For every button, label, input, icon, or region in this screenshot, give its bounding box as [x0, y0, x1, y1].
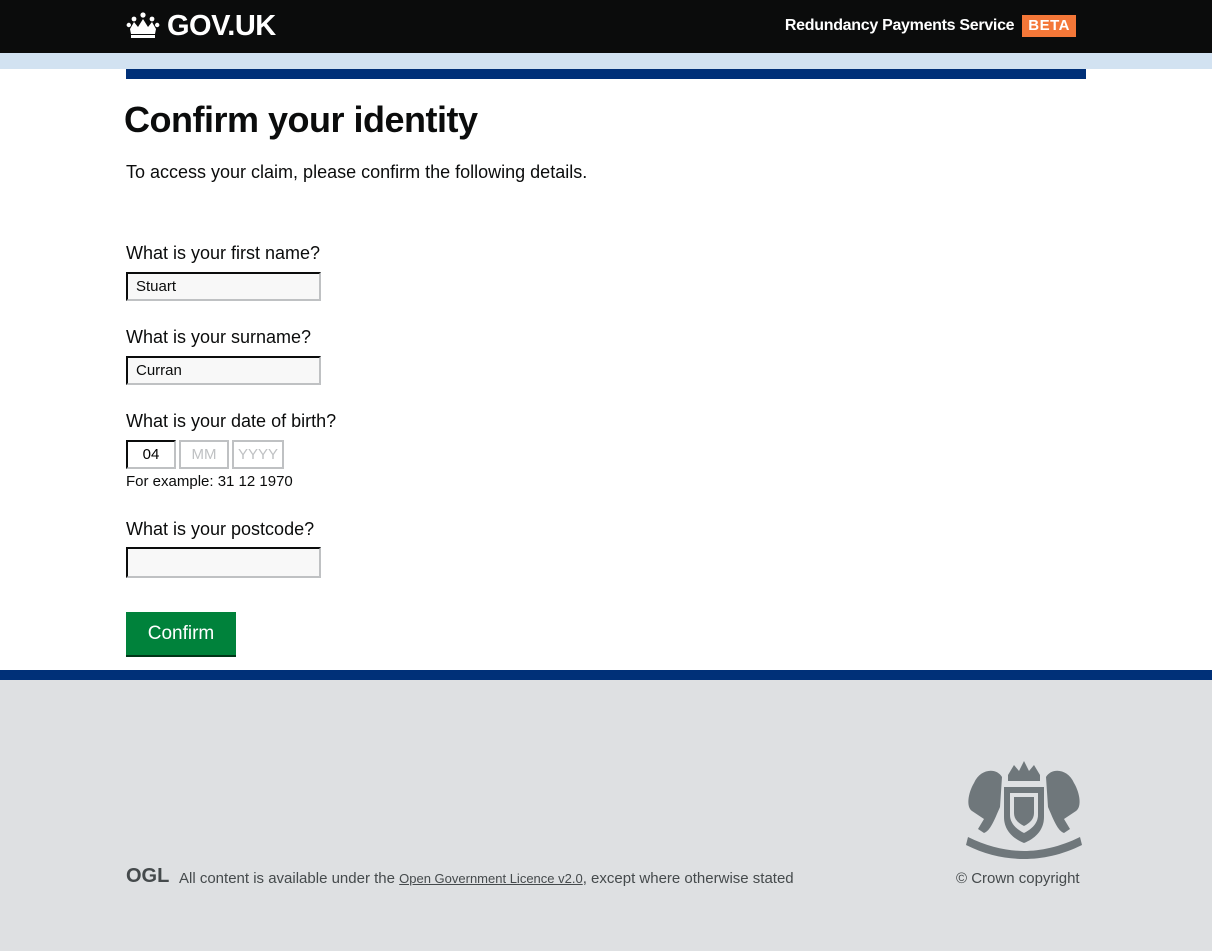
royal-coat-of-arms-icon: [966, 761, 1082, 859]
site-header: GOV.UK Redundancy Payments Service BETA: [0, 0, 1212, 53]
service-name-link[interactable]: Redundancy Payments Service: [785, 17, 1015, 35]
licence-prefix: All content is available under the: [179, 870, 400, 887]
dob-hint: For example: 31 12 1970: [126, 473, 293, 490]
dob-label: What is your date of birth?: [126, 411, 337, 431]
dob-month-input[interactable]: [179, 440, 229, 469]
surname-label: What is your surname?: [126, 327, 312, 347]
postcode-input[interactable]: [126, 547, 321, 578]
crown-icon: [126, 12, 160, 38]
page-lead: To access your claim, please confirm the…: [126, 162, 588, 182]
header-underline-band: [0, 53, 1212, 69]
govuk-home-link[interactable]: GOV.UK: [126, 10, 276, 42]
content-top-bar: [126, 69, 1086, 79]
first-name-input[interactable]: [126, 272, 321, 301]
licence-link[interactable]: Open Government Licence v2.0: [399, 871, 583, 886]
postcode-label: What is your postcode?: [126, 519, 315, 539]
dob-day-input[interactable]: [126, 440, 176, 469]
footer-top-bar: [0, 670, 1212, 680]
ogl-logo-icon: OGL: [126, 866, 169, 884]
phase-tag: BETA: [1022, 15, 1076, 37]
surname-input[interactable]: [126, 356, 321, 385]
ogl-logo-text: OGL: [126, 866, 169, 884]
main-content: Confirm your identity To access your cla…: [0, 69, 1212, 670]
licence-suffix: , except where otherwise stated: [582, 870, 794, 887]
site-footer: OGL All content is available under the O…: [0, 680, 1212, 951]
service-area: Redundancy Payments Service BETA: [785, 15, 1076, 37]
crown-copyright-link[interactable]: © Crown copyright: [956, 870, 1080, 887]
licence-text: All content is available under the Open …: [179, 870, 794, 887]
first-name-label: What is your first name?: [126, 243, 321, 263]
dob-year-input[interactable]: [232, 440, 284, 469]
confirm-button[interactable]: Confirm: [126, 612, 236, 655]
page-title: Confirm your identity: [124, 99, 478, 140]
logo-text: GOV.UK: [167, 10, 276, 42]
